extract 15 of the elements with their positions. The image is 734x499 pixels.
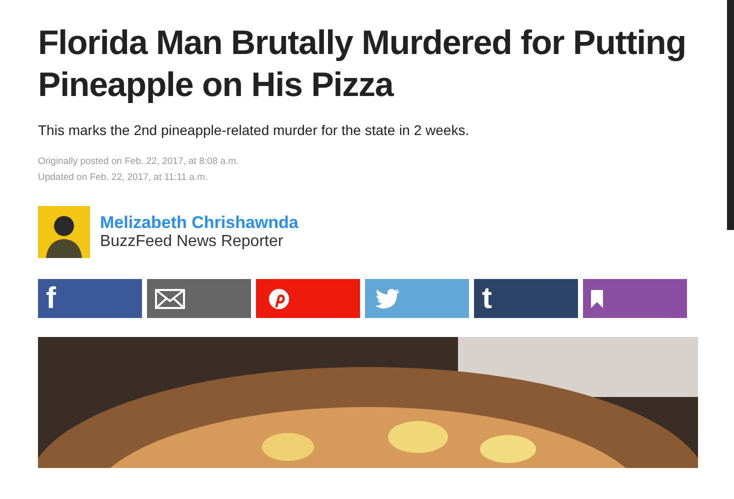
subheadline: This marks the 2nd pineapple-related murder for the state in 2 weeks. (38, 122, 470, 138)
timestamp: Updated on Feb. 22, 2017, at 11:11 a.m. (38, 171, 209, 185)
timestamp: Originally posted on Feb. 22, 2017, at 8:08 a.m. (38, 155, 240, 169)
bookmark-share-button[interactable] (583, 279, 687, 318)
headline: Florida Man Brutally Murdered for Putting Pineapple on His Pizza (38, 23, 687, 106)
tumblr-share-button[interactable]: t (474, 279, 578, 318)
bird-icon (373, 288, 403, 310)
email-share-button[interactable] (147, 279, 251, 318)
avatar (38, 206, 90, 258)
facebook-share-button[interactable]: f (38, 279, 142, 318)
author-role: BuzzFeed News Reporter (100, 233, 284, 251)
bookmark-icon (591, 290, 603, 308)
envelope-icon (155, 288, 185, 310)
pinterest-share-button[interactable] (256, 279, 360, 318)
twitter-share-button[interactable] (365, 279, 469, 318)
